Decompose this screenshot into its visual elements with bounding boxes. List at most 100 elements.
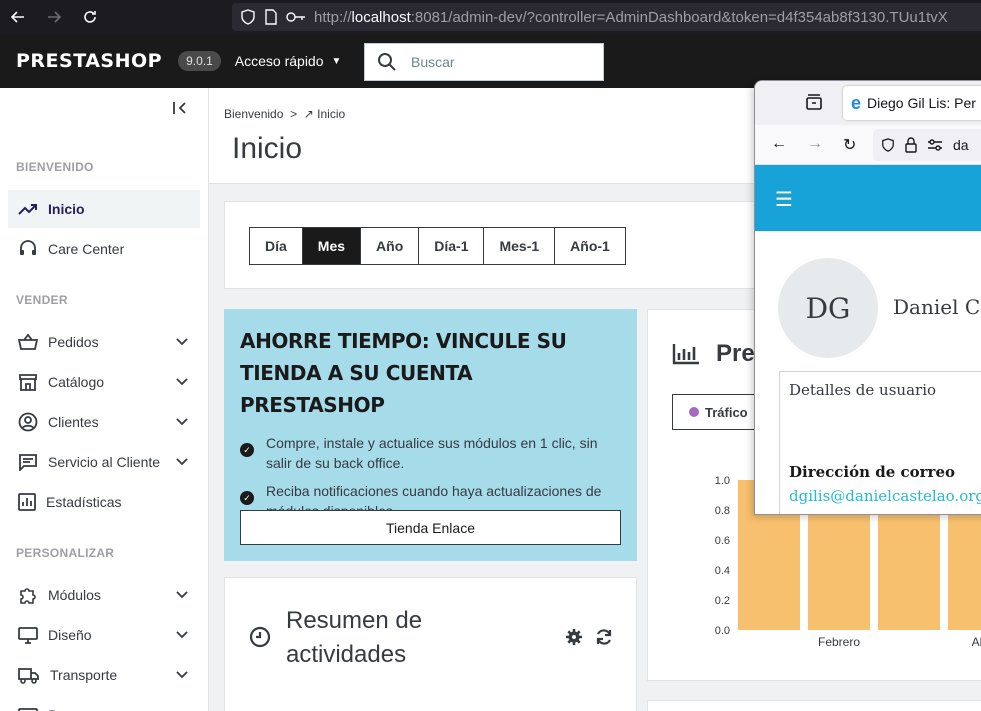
promo-bullet-text: Compre, instale y actualice sus módulos … [266, 435, 598, 471]
version-badge: 9.0.1 [178, 51, 221, 71]
y-tick-label: 0.8 [715, 505, 730, 517]
link-store-button[interactable]: Tienda Enlace [240, 510, 621, 545]
quick-access-button[interactable]: Acceso rápido ▼ [235, 53, 342, 69]
forward-icon[interactable]: → [807, 135, 823, 153]
section-label-personalizar: PERSONALIZAR [16, 546, 115, 560]
activity-overview-card: Resumen de actividades [224, 577, 637, 711]
refresh-icon[interactable] [595, 628, 613, 646]
logo: PRESTASHOP [16, 50, 163, 72]
y-tick-label: 0.4 [715, 565, 730, 577]
legend-toggle-trafico[interactable]: Tráfico [672, 394, 761, 430]
period-button-ano-1[interactable]: Año-1 [554, 227, 626, 265]
collapse-sidebar-icon[interactable] [171, 100, 189, 119]
period-selector: Día Mes Año Día-1 Mes-1 Año-1 [249, 227, 626, 265]
gear-icon[interactable] [565, 628, 583, 646]
search-icon [378, 53, 396, 71]
reload-icon[interactable]: ↻ [843, 135, 856, 155]
sidebar-item-diseno[interactable]: Diseño [8, 616, 200, 654]
popup-nav-bar: ← → ↻ da [755, 125, 981, 165]
back-icon[interactable] [0, 0, 36, 34]
caret-down-icon: ▼ [331, 55, 342, 67]
email-link[interactable]: dgilis@danielcastelao.org [789, 487, 981, 505]
search-input[interactable]: Buscar [364, 43, 604, 81]
sidebar-item-label: Pedidos [48, 334, 99, 350]
bar-chart-icon [672, 344, 699, 365]
page-title: Inicio [232, 132, 303, 165]
email-label: Dirección de correo [789, 463, 955, 481]
check-icon: ✓ [240, 491, 254, 505]
page-icon [265, 9, 277, 25]
hamburger-menu-icon[interactable]: ☰ [775, 187, 793, 212]
sidebar-item-estadisticas[interactable]: Estadísticas [8, 483, 200, 521]
sidebar-item-partial[interactable]: P [8, 696, 200, 711]
popup-tab-strip: e Diego Gil Lis: Per [755, 81, 981, 125]
section-label-bienvenido: BIENVENIDO [16, 160, 94, 174]
breadcrumb-separator: > [290, 107, 298, 121]
sidebar-item-inicio[interactable]: Inicio [8, 190, 200, 228]
breadcrumb-root[interactable]: Bienvenido [224, 107, 283, 121]
forward-icon[interactable] [36, 0, 72, 34]
chevron-down-icon [176, 671, 188, 679]
user-name: Daniel C [893, 295, 981, 319]
tab-list-icon[interactable] [805, 94, 823, 110]
y-tick-label: 0.6 [715, 535, 730, 547]
section-label-vender: VENDER [16, 293, 68, 307]
trending-up-icon [18, 204, 37, 215]
sidebar-item-clientes[interactable]: Clientes [8, 403, 200, 441]
user-details-title: Detalles de usuario [789, 381, 937, 399]
sidebar-item-modulos[interactable]: Módulos [8, 576, 200, 614]
chat-icon [19, 454, 37, 471]
x-tick-label: Ab [972, 635, 981, 649]
sidebar-item-label: Care Center [48, 241, 125, 257]
sidebar-item-catalogo[interactable]: Catálogo [8, 363, 200, 401]
card-icon [18, 708, 38, 711]
key-icon [286, 12, 305, 22]
activity-tools [565, 628, 613, 646]
promo-title: AHORRE TIEMPO: VINCULE SU TIENDA A SU CU… [240, 329, 567, 417]
period-button-dia-1[interactable]: Día-1 [418, 227, 485, 265]
sidebar-item-servicio-cliente[interactable]: Servicio al Cliente [8, 443, 200, 481]
popup-tab[interactable]: e Diego Gil Lis: Per [843, 86, 981, 120]
headset-icon [20, 240, 36, 255]
promo-bullet: ✓ Compre, instale y actualice sus módulo… [240, 433, 621, 473]
check-icon: ✓ [240, 443, 254, 457]
trending-up-icon: ↗ [303, 107, 314, 121]
chevron-down-icon [176, 458, 188, 466]
browser-toolbar: http://localhost:8081/admin-dev/?control… [0, 0, 981, 34]
period-button-dia[interactable]: Día [249, 227, 303, 265]
sidebar: BIENVENIDO Inicio Care Center VENDER Ped… [0, 88, 209, 711]
popup-address-bar[interactable]: da [873, 129, 981, 161]
y-tick-label: 0.0 [715, 625, 730, 637]
period-button-ano[interactable]: Año [360, 227, 420, 265]
popup-url-text: da [953, 137, 969, 153]
sidebar-item-label: P [48, 707, 200, 711]
back-icon[interactable]: ← [771, 135, 787, 153]
lock-icon [905, 137, 917, 153]
sidebar-item-label: Inicio [48, 201, 85, 217]
shield-icon [241, 9, 255, 25]
period-button-mes[interactable]: Mes [301, 227, 362, 265]
period-button-mes-1[interactable]: Mes-1 [483, 227, 556, 265]
y-tick-label: 1.0 [715, 475, 730, 487]
sidebar-item-pedidos[interactable]: Pedidos [8, 323, 200, 361]
popup-app-header: ☰ [755, 165, 981, 231]
basket-icon [18, 333, 38, 350]
url-text: http://localhost:8081/admin-dev/?control… [314, 8, 948, 26]
next-card [647, 700, 981, 711]
sidebar-item-label: Servicio al Cliente [48, 454, 161, 470]
puzzle-icon [20, 588, 36, 604]
chevron-down-icon [176, 418, 188, 426]
address-bar[interactable]: http://localhost:8081/admin-dev/?control… [232, 3, 981, 31]
sidebar-item-label: Transporte [50, 667, 118, 683]
sidebar-item-label: Diseño [48, 627, 92, 643]
chevron-down-icon [176, 378, 188, 386]
quick-access-label: Acceso rápido [234, 53, 324, 69]
activity-title: Resumen de actividades [286, 607, 423, 668]
x-tick-label: Febrero [818, 635, 860, 649]
store-icon [19, 374, 37, 391]
sidebar-item-transporte[interactable]: Transporte [8, 656, 200, 694]
period-selector-card: Día Mes Año Día-1 Mes-1 Año-1 [224, 201, 784, 289]
reload-icon[interactable] [72, 0, 108, 34]
avatar: DG [778, 258, 878, 358]
sidebar-item-care-center[interactable]: Care Center [8, 230, 200, 268]
